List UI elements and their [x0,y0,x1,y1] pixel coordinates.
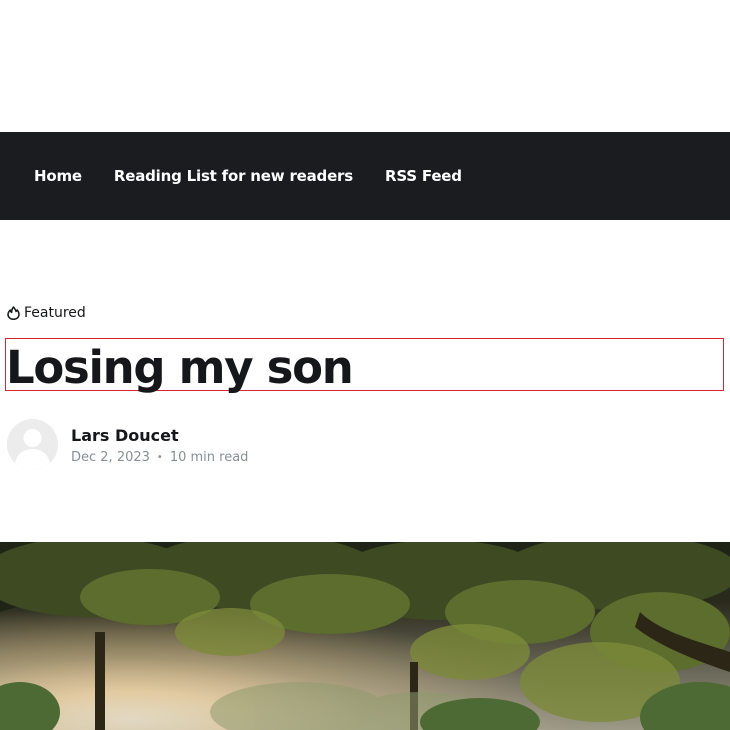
read-time: 10 min read [169,449,249,465]
user-avatar-icon [7,419,58,470]
article-title: Losing my son [6,341,354,394]
featured-tag: Featured [7,305,86,321]
forest-sunrise-image [0,542,730,730]
header-spacer [0,0,730,132]
hero-image [0,542,730,730]
publish-date: Dec 2, 2023 [71,449,150,465]
author-byline: Lars Doucet Dec 2, 2023 • 10 min read [7,419,248,470]
nav-item-home[interactable]: Home [34,167,82,185]
meta-separator: • [156,451,163,463]
page: Home Reading List for new readers RSS Fe… [0,0,730,730]
featured-label: Featured [24,305,86,321]
article-meta: Dec 2, 2023 • 10 min read [71,450,248,465]
author-name[interactable]: Lars Doucet [71,425,248,447]
flame-icon [7,306,20,320]
author-info: Lars Doucet Dec 2, 2023 • 10 min read [71,425,248,465]
nav-item-rss-feed[interactable]: RSS Feed [385,167,462,185]
nav-item-reading-list[interactable]: Reading List for new readers [114,167,353,185]
avatar[interactable] [7,419,58,470]
main-nav: Home Reading List for new readers RSS Fe… [0,132,730,220]
